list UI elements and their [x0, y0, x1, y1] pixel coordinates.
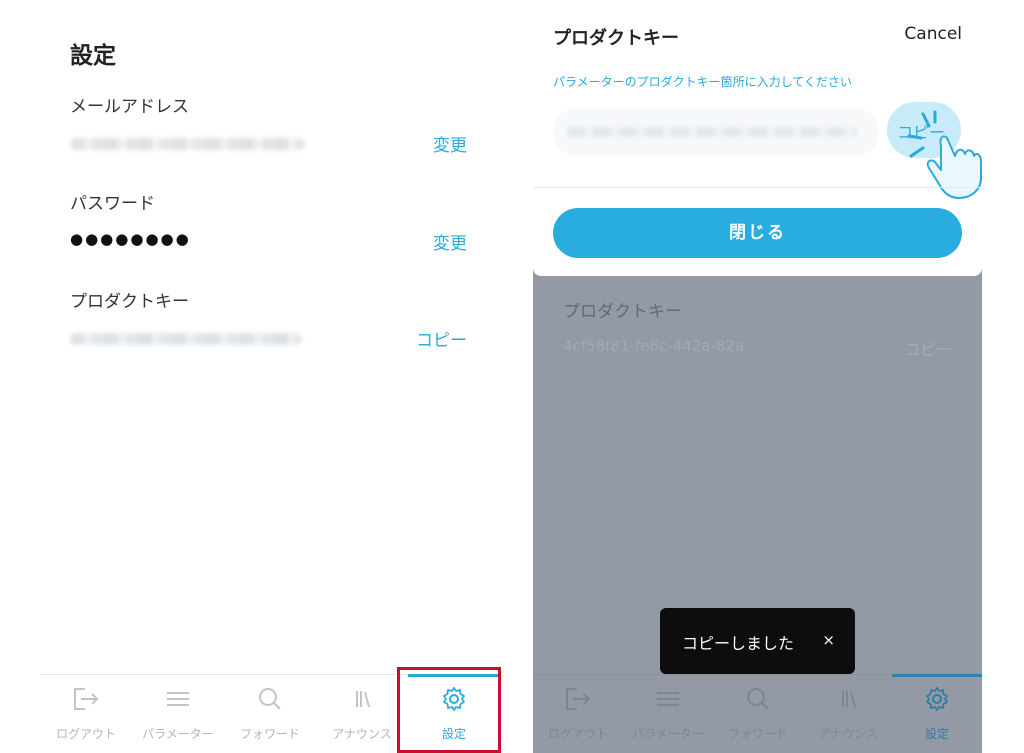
logout-icon: [566, 688, 591, 710]
tab-announce[interactable]: アナウンス: [316, 675, 408, 753]
sheet-title: プロダクトキー: [553, 28, 679, 49]
settings-screen: 設定 メールアドレス 変更 パスワード ●●●●●●●● 変更 プロダクトキー …: [40, 0, 500, 753]
product-key-sheet: プロダクトキー Cancel パラメーターのプロダクトキー箇所に入力してください…: [533, 0, 982, 276]
change-email-button[interactable]: 変更: [433, 131, 467, 156]
dimmed-tab-logout-label: ログアウト: [547, 727, 608, 741]
sheet-hint: パラメーターのプロダクトキー箇所に入力してください: [553, 75, 852, 89]
dimmed-tab-announce: アナウンス: [803, 675, 893, 753]
copied-toast: コピーしました ×: [660, 608, 855, 674]
product-key-value-redacted: [70, 333, 302, 345]
password-value: ●●●●●●●●: [70, 230, 191, 248]
dimmed-tab-forward: フォワード: [713, 675, 803, 753]
tab-parameters[interactable]: パラメーター: [132, 675, 224, 753]
email-label: メールアドレス: [70, 97, 189, 117]
dimmed-tab-settings-label: 設定: [924, 727, 949, 741]
change-password-button[interactable]: 変更: [433, 229, 467, 254]
settings-tab-highlight: [397, 667, 501, 753]
tab-logout[interactable]: ログアウト: [40, 675, 132, 753]
menu-icon: [657, 692, 679, 706]
books-icon: [842, 691, 856, 708]
background-product-key-value: 4cf58f81-fe6c-442a-82a.: [563, 337, 749, 355]
background-product-key-label: プロダクトキー: [563, 302, 682, 322]
product-key-label: プロダクトキー: [70, 292, 189, 312]
dimmed-tab-logout: ログアウト: [533, 675, 623, 753]
password-label: パスワード: [70, 194, 155, 214]
toast-close-button[interactable]: ×: [822, 631, 835, 649]
tab-logout-label: ログアウト: [55, 727, 116, 741]
dimmed-tab-settings: 設定: [892, 674, 982, 753]
tab-announce-label: アナウンス: [332, 727, 392, 741]
dimmed-tab-announce-label: アナウンス: [818, 727, 878, 741]
search-icon: [259, 688, 281, 710]
close-button[interactable]: 閉じる: [553, 208, 962, 258]
dimmed-tab-forward-label: フォワード: [727, 727, 788, 741]
sheet-divider: [533, 187, 982, 188]
cancel-button[interactable]: Cancel: [904, 24, 962, 44]
logout-icon: [74, 688, 99, 710]
search-icon: [747, 688, 769, 710]
email-value-redacted: [70, 138, 305, 150]
background-copy-button: コピー: [903, 340, 952, 359]
tab-forward[interactable]: フォワード: [224, 675, 316, 753]
copy-product-key-button[interactable]: コピー: [416, 326, 467, 351]
dimmed-tab-bar: ログアウト パラメーター フォワード アナウンス 設定: [533, 674, 982, 753]
tab-forward-label: フォワード: [239, 727, 300, 741]
gear-icon: [926, 687, 948, 711]
dimmed-tab-parameters: パラメーター: [623, 675, 713, 753]
toast-message: コピーしました: [682, 634, 795, 653]
pointing-hand-icon: [907, 110, 982, 199]
menu-icon: [167, 692, 189, 706]
product-key-field-value-redacted: [567, 127, 857, 137]
tab-parameters-label: パラメーター: [142, 727, 214, 741]
dimmed-tab-parameters-label: パラメーター: [632, 727, 704, 741]
books-icon: [356, 691, 370, 708]
product-key-screen: プロダクトキー 4cf58f81-fe6c-442a-82a. コピー プロダク…: [533, 0, 982, 753]
page-title: 設定: [70, 43, 116, 69]
